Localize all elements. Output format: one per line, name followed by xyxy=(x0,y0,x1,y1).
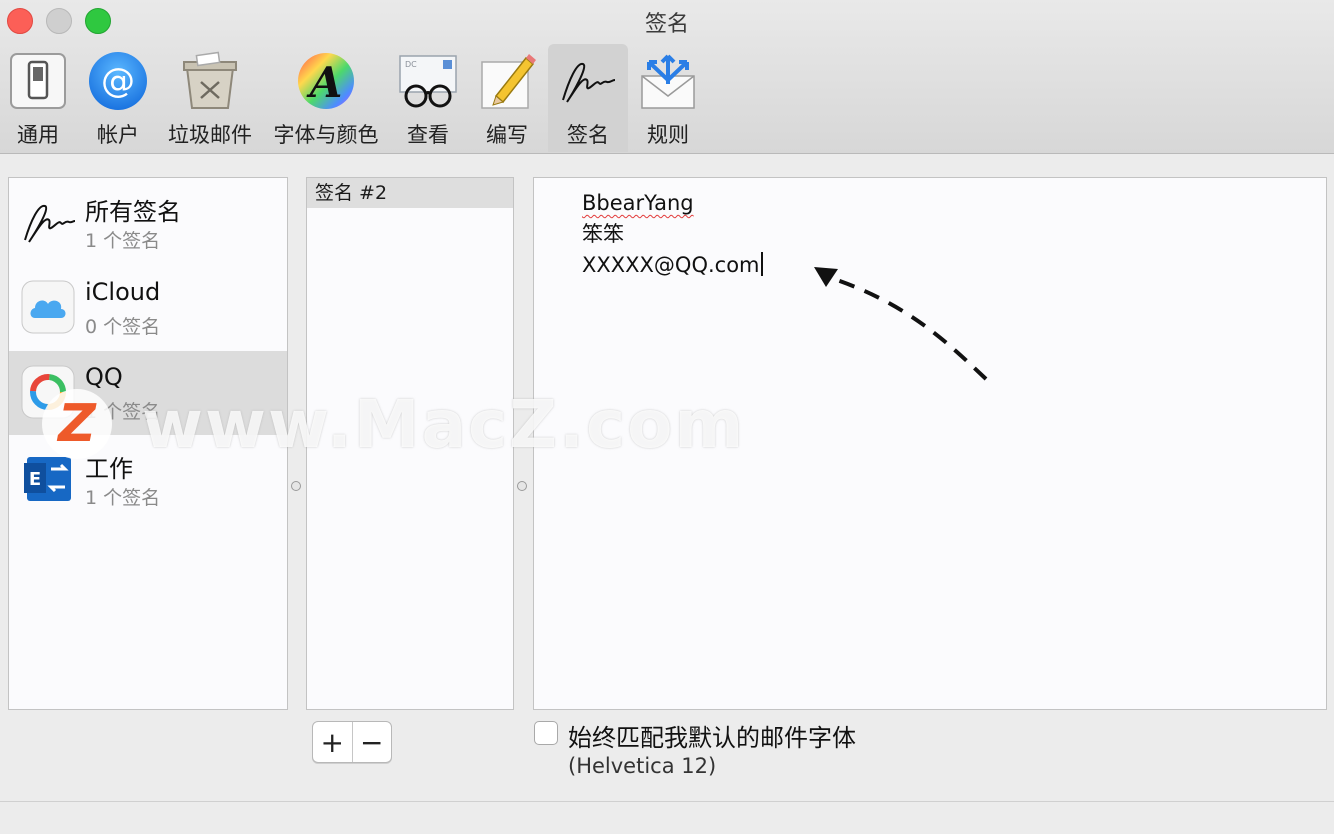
match-font-label[interactable]: 始终匹配我默认的邮件字体 xyxy=(568,718,856,753)
window-title: 签名 xyxy=(644,12,689,37)
signatures-list: 签名 #2 xyxy=(306,177,514,710)
pencil-icon xyxy=(481,54,536,109)
toolbar-tab-composing[interactable]: 编写 xyxy=(475,44,539,152)
at-sign-icon: @ xyxy=(89,52,147,110)
account-item-work[interactable]: E 工作 1 个签名 xyxy=(9,437,287,521)
signature-line-email: XXXXX@QQ.com xyxy=(582,253,760,277)
default-font-note: (Helvetica 12) xyxy=(568,754,717,778)
annotation-arrow xyxy=(814,267,988,381)
account-item-qq[interactable]: QQ 1 个签名 xyxy=(9,351,287,435)
split-handle-signatures[interactable] xyxy=(517,481,527,491)
signature-item[interactable]: 签名 #2 xyxy=(307,178,513,208)
remove-signature-button[interactable]: − xyxy=(353,722,392,762)
svg-text:DC: DC xyxy=(405,60,417,69)
add-signature-button[interactable]: + xyxy=(313,722,353,762)
exchange-icon: E xyxy=(24,457,71,501)
signature-icon xyxy=(24,204,76,243)
font-color-icon: A xyxy=(298,53,354,109)
split-handle-accounts[interactable] xyxy=(291,481,301,491)
toolbar-tab-signatures[interactable]: 签名 xyxy=(548,44,628,152)
svg-text:A: A xyxy=(306,58,343,107)
icloud-icon xyxy=(21,280,75,334)
general-switch-icon xyxy=(10,53,66,109)
accounts-list: 所有签名 1 个签名 iCloud 0 个签名 QQ 1 个签名 E 工作 1 … xyxy=(8,177,288,710)
account-item-icloud[interactable]: iCloud 0 个签名 xyxy=(9,266,287,350)
svg-text:E: E xyxy=(29,469,41,490)
qq-mail-icon xyxy=(21,365,75,419)
toolbar-tab-viewing[interactable]: DC 查看 xyxy=(396,44,460,152)
text-caret xyxy=(760,252,763,276)
signature-line-name: BbearYang xyxy=(582,191,694,215)
window-bottom-divider xyxy=(0,801,1334,802)
signature-icon xyxy=(562,62,616,103)
toolbar-tab-rules[interactable]: 规则 xyxy=(636,44,700,152)
toolbar: 签名 通用 @ 帐户 垃圾邮件 A 字体与颜色 DC 查看 编写 签名 规则 xyxy=(0,0,1334,154)
toolbar-tab-junk[interactable]: 垃圾邮件 xyxy=(164,44,256,152)
toolbar-tab-fonts-colors[interactable]: A 字体与颜色 xyxy=(268,44,384,152)
signature-line-nickname: 笨笨 xyxy=(582,222,624,246)
add-remove-control: + − xyxy=(312,721,392,763)
rules-envelope-icon xyxy=(641,54,695,109)
svg-text:@: @ xyxy=(101,61,135,101)
match-font-checkbox[interactable] xyxy=(534,721,558,745)
account-item-all-signatures[interactable]: 所有签名 1 个签名 xyxy=(9,180,287,264)
glasses-icon: DC xyxy=(399,55,457,108)
junk-bin-icon xyxy=(183,51,237,109)
toolbar-tab-accounts[interactable]: @ 帐户 xyxy=(86,44,150,152)
toolbar-tab-general[interactable]: 通用 xyxy=(6,44,70,152)
